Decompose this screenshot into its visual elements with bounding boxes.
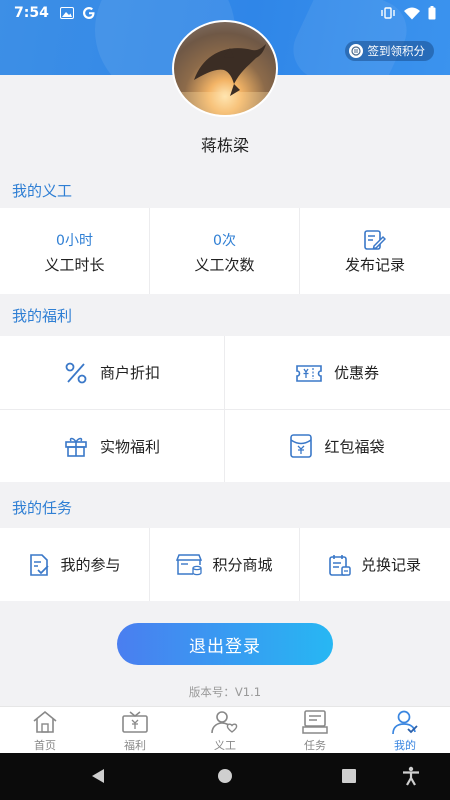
red-envelope-label: 红包福袋 — [324, 437, 385, 456]
bottom-tab-bar: 首页 福利 义工 任务 我的 — [0, 706, 450, 753]
tab-tasks[interactable]: 任务 — [270, 707, 360, 753]
section-title-volunteer: 我的义工 — [12, 182, 73, 200]
tab-mine-label: 我的 — [394, 739, 416, 752]
volunteer-count-value: 0次 — [213, 233, 236, 249]
welfare-grid: 商户折扣 优惠券 实物福利 红包福袋 — [0, 336, 450, 482]
volunteer-count-label: 义工次数 — [194, 256, 255, 274]
tab-welfare[interactable]: 福利 — [90, 707, 180, 753]
my-participation-label: 我的参与 — [60, 556, 121, 574]
coupon-icon — [296, 364, 322, 382]
points-mall-label: 积分商城 — [212, 556, 273, 574]
merchant-discount[interactable]: 商户折扣 — [0, 336, 225, 409]
accessibility-icon[interactable] — [402, 766, 420, 786]
volunteer-hours[interactable]: 0小时 义工时长 — [0, 208, 150, 294]
exchange-record-icon — [329, 554, 351, 576]
wifi-icon — [404, 7, 420, 19]
username: 蒋栋梁 — [200, 136, 249, 155]
edit-doc-icon — [364, 230, 386, 250]
gallery-icon — [60, 7, 74, 19]
system-nav-bar — [0, 753, 450, 800]
battery-icon — [428, 6, 436, 20]
merchant-discount-label: 商户折扣 — [99, 364, 160, 382]
signin-points-button[interactable]: 签到领积分 — [344, 41, 434, 61]
exchange-record[interactable]: 兑换记录 — [300, 528, 450, 601]
tab-volunteer-label: 义工 — [214, 739, 236, 752]
status-time: 7:54 — [14, 5, 49, 21]
my-participation[interactable]: 我的参与 — [0, 528, 150, 601]
gift-icon — [65, 437, 87, 457]
tab-welfare-label: 福利 — [124, 739, 146, 752]
physical-welfare[interactable]: 实物福利 — [0, 409, 225, 482]
back-icon[interactable] — [90, 768, 106, 784]
red-envelope-icon — [290, 434, 313, 458]
tab-home[interactable]: 首页 — [0, 707, 90, 753]
coin-icon — [348, 44, 363, 58]
tasks-grid: 我的参与 积分商城 兑换记录 — [0, 528, 450, 601]
volunteer-icon — [211, 711, 238, 734]
version-text: 版本号：V1.1 — [188, 685, 262, 699]
publish-record[interactable]: 发布记录 — [300, 208, 450, 294]
volunteer-count[interactable]: 0次 义工次数 — [150, 208, 300, 294]
profile-icon — [392, 710, 418, 735]
section-title-welfare: 我的福利 — [12, 307, 73, 325]
avatar[interactable] — [172, 20, 278, 117]
welfare-icon — [122, 711, 148, 733]
volunteer-grid: 0小时 义工时长 0次 义工次数 发布记录 — [0, 208, 450, 294]
tab-tasks-label: 任务 — [304, 739, 326, 752]
participation-icon — [30, 553, 50, 576]
physical-welfare-label: 实物福利 — [99, 437, 160, 456]
home-icon — [33, 710, 57, 733]
tab-volunteer[interactable]: 义工 — [180, 707, 270, 753]
home-circle-icon[interactable] — [217, 768, 233, 784]
google-icon — [83, 7, 95, 19]
vibrate-icon — [381, 7, 395, 19]
points-mall-icon — [176, 553, 203, 575]
task-icon — [302, 710, 328, 734]
tab-mine[interactable]: 我的 — [360, 707, 450, 753]
publish-record-label: 发布记录 — [344, 256, 405, 274]
dolphin-image — [174, 44, 276, 115]
tab-home-label: 首页 — [34, 739, 56, 752]
coupon[interactable]: 优惠券 — [225, 336, 450, 409]
coupon-label: 优惠券 — [333, 364, 379, 382]
section-title-tasks: 我的任务 — [12, 499, 73, 517]
red-envelope[interactable]: 红包福袋 — [225, 409, 450, 482]
volunteer-hours-label: 义工时长 — [44, 256, 105, 274]
logout-button[interactable]: 退出登录 — [117, 623, 333, 665]
points-mall[interactable]: 积分商城 — [150, 528, 300, 601]
signin-label: 签到领积分 — [367, 44, 426, 58]
exchange-record-label: 兑换记录 — [360, 556, 421, 574]
volunteer-hours-value: 0小时 — [56, 233, 93, 249]
recents-icon[interactable] — [341, 768, 357, 784]
percent-icon — [65, 362, 87, 383]
